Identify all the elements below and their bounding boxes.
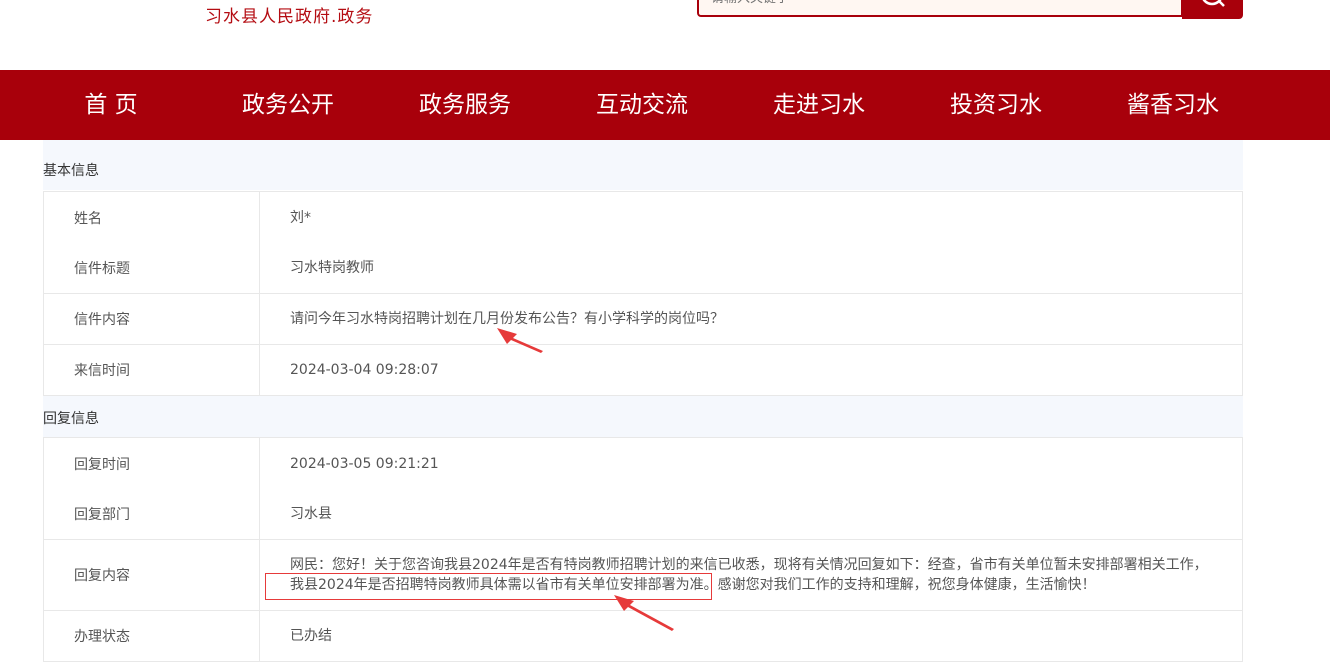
reply-row-department: 回复部门 习水县 xyxy=(43,489,1243,540)
row-value: 2024-03-05 09:21:21 xyxy=(290,455,439,472)
basic-info-header: 基本信息 xyxy=(43,140,1243,190)
nav-item-gov-service[interactable]: 政务服务 xyxy=(390,70,540,140)
info-row-title: 信件标题 习水特岗教师 xyxy=(43,243,1243,294)
search-button[interactable] xyxy=(1182,0,1243,19)
annotation-arrow-icon xyxy=(614,595,674,631)
row-value: 刘* xyxy=(290,209,311,226)
search-input[interactable] xyxy=(711,0,1171,10)
nav-item-jiangxiang[interactable]: 酱香习水 xyxy=(1098,70,1248,140)
row-label: 回复内容 xyxy=(74,568,130,584)
nav-item-home[interactable]: 首 页 xyxy=(36,70,186,140)
row-label: 回复部门 xyxy=(74,507,130,523)
main-nav: 首 页 政务公开 政务服务 互动交流 走进习水 投资习水 酱香习水 xyxy=(0,70,1330,140)
section-title: 基本信息 xyxy=(43,163,99,179)
row-label: 办理状态 xyxy=(74,629,130,645)
nav-item-about[interactable]: 走进习水 xyxy=(744,70,894,140)
nav-item-gov-open[interactable]: 政务公开 xyxy=(213,70,363,140)
row-value: 请问今年习水特岗招聘计划在几月份发布公告？有小学科学的岗位吗？ xyxy=(290,311,724,327)
row-label: 信件内容 xyxy=(74,312,130,328)
row-label: 姓名 xyxy=(74,210,102,227)
reply-row-time: 回复时间 2024-03-05 09:21:21 xyxy=(43,437,1243,490)
search-box xyxy=(697,0,1183,17)
nav-item-interaction[interactable]: 互动交流 xyxy=(567,70,717,140)
annotation-arrow-icon xyxy=(497,328,543,353)
row-value: 习水县 xyxy=(290,506,332,522)
site-subtitle: 习水县人民政府.政务 xyxy=(205,7,374,27)
row-label: 回复时间 xyxy=(74,456,130,473)
info-row-time: 来信时间 2024-03-04 09:28:07 xyxy=(43,345,1243,396)
info-row-content: 信件内容 请问今年习水特岗招聘计划在几月份发布公告？有小学科学的岗位吗？ xyxy=(43,294,1243,345)
row-label: 信件标题 xyxy=(74,261,130,277)
info-row-name: 姓名 刘* xyxy=(43,191,1243,244)
row-value: 已办结 xyxy=(290,628,332,644)
row-value: 习水特岗教师 xyxy=(290,260,374,276)
section-title: 回复信息 xyxy=(43,411,99,427)
reply-info-header: 回复信息 xyxy=(43,396,1243,437)
row-value: 2024-03-04 09:28:07 xyxy=(290,362,439,378)
nav-item-invest[interactable]: 投资习水 xyxy=(921,70,1071,140)
search-icon xyxy=(1202,0,1225,7)
row-label: 来信时间 xyxy=(74,363,130,379)
